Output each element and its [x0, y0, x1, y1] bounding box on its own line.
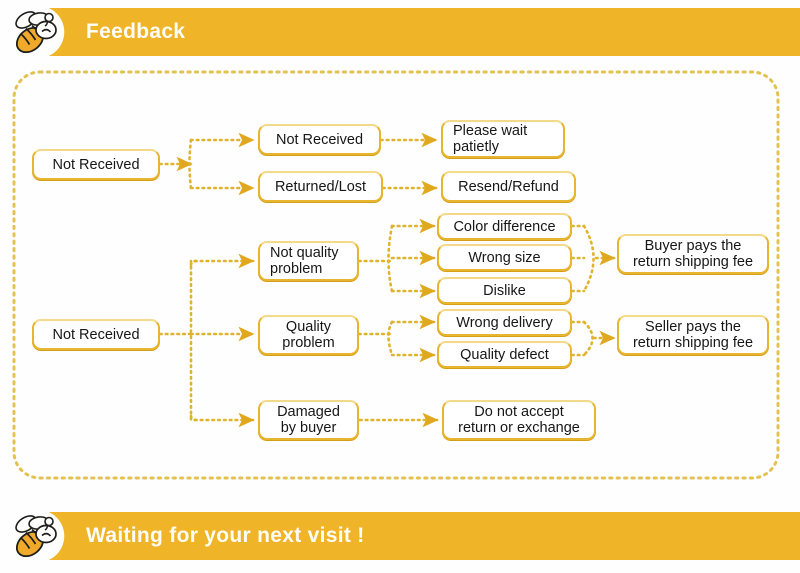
node-quality-problem[interactable]: Quality problem [258, 315, 359, 355]
node-returned-lost[interactable]: Returned/Lost [258, 171, 383, 202]
node-please-wait-patietly[interactable]: Please wait patietly [441, 120, 565, 158]
node-buyer-pays-return-shipping-fee[interactable]: Buyer pays the return shipping fee [617, 234, 769, 274]
node-damaged-by-buyer[interactable]: Damaged by buyer [258, 400, 359, 440]
node-root-not-received-bottom[interactable]: Not Received [32, 319, 160, 350]
node-color-difference[interactable]: Color difference [437, 213, 572, 240]
flow-nodes-layer: Not Received Not Received Not Received R… [0, 0, 800, 573]
node-root-not-received-top[interactable]: Not Received [32, 149, 160, 180]
node-not-quality-problem[interactable]: Not quality problem [258, 241, 359, 281]
node-wrong-size[interactable]: Wrong size [437, 244, 572, 271]
node-resend-refund[interactable]: Resend/Refund [441, 171, 576, 202]
node-do-not-accept-return-or-exchange[interactable]: Do not accept return or exchange [442, 400, 596, 440]
node-wrong-delivery[interactable]: Wrong delivery [437, 309, 572, 336]
node-quality-defect[interactable]: Quality defect [437, 341, 572, 368]
node-seller-pays-return-shipping-fee[interactable]: Seller pays the return shipping fee [617, 315, 769, 355]
node-not-received[interactable]: Not Received [258, 124, 381, 155]
bee-icon [15, 515, 57, 558]
node-dislike[interactable]: Dislike [437, 277, 572, 304]
bee-icon [15, 11, 57, 54]
